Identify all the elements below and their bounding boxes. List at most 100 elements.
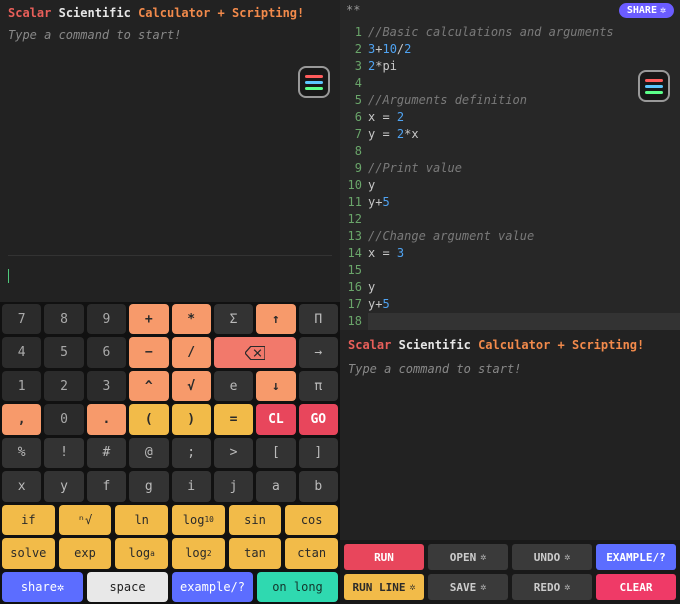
title-word-2: Scientific: [59, 6, 131, 20]
key-rbrack[interactable]: ]: [299, 438, 338, 468]
key-2[interactable]: 2: [44, 371, 83, 401]
title-word-1: Scalar: [8, 6, 51, 20]
key-space[interactable]: space: [87, 572, 168, 602]
title-word-3: Calculator + Scripting!: [138, 6, 304, 20]
key-loga[interactable]: loga: [115, 538, 168, 568]
key-times[interactable]: *: [172, 304, 211, 334]
gear-icon: ✲: [564, 582, 570, 593]
undo-button[interactable]: UNDO✲: [512, 544, 592, 570]
runline-button[interactable]: RUN LINE✲: [344, 574, 424, 600]
key-4[interactable]: 4: [2, 337, 41, 367]
key-if[interactable]: if: [2, 505, 55, 535]
console-prompt: Type a command to start!: [8, 28, 332, 42]
key-sqrt[interactable]: √: [172, 371, 211, 401]
key-lbrack[interactable]: [: [256, 438, 295, 468]
clear-button[interactable]: CLEAR: [596, 574, 676, 600]
key-b[interactable]: b: [299, 471, 338, 501]
key-rparen[interactable]: ): [172, 404, 211, 434]
key-tan[interactable]: tan: [229, 538, 282, 568]
key-equals[interactable]: =: [214, 404, 253, 434]
key-7[interactable]: 7: [2, 304, 41, 334]
dirty-indicator: **: [346, 3, 360, 17]
gear-icon: ✲: [409, 582, 415, 593]
editor-menu-button[interactable]: [638, 70, 670, 102]
key-pi[interactable]: π: [299, 371, 338, 401]
key-at[interactable]: @: [129, 438, 168, 468]
key-hash[interactable]: #: [87, 438, 126, 468]
code-editor[interactable]: 123456789101112131415161718 //Basic calc…: [340, 20, 680, 330]
key-down[interactable]: ↓: [256, 371, 295, 401]
key-j[interactable]: j: [214, 471, 253, 501]
key-gt[interactable]: >: [214, 438, 253, 468]
key-9[interactable]: 9: [87, 304, 126, 334]
menu-button[interactable]: [298, 66, 330, 98]
backspace-icon: [245, 346, 265, 360]
app-title: Scalar Scientific Calculator + Scripting…: [8, 6, 332, 20]
divider: [8, 255, 332, 256]
calculator-panel: Scalar Scientific Calculator + Scripting…: [0, 0, 340, 604]
key-sigma[interactable]: Σ: [214, 304, 253, 334]
key-f[interactable]: f: [87, 471, 126, 501]
key-minus[interactable]: −: [129, 337, 168, 367]
key-a[interactable]: a: [256, 471, 295, 501]
key-y[interactable]: y: [44, 471, 83, 501]
command-input[interactable]: [8, 268, 9, 284]
key-up[interactable]: ↑: [256, 304, 295, 334]
console-area: Scalar Scientific Calculator + Scripting…: [0, 0, 340, 302]
key-6[interactable]: 6: [87, 337, 126, 367]
key-share[interactable]: share ✲: [2, 572, 83, 602]
key-log2[interactable]: log2: [172, 538, 225, 568]
run-button[interactable]: RUN: [344, 544, 424, 570]
script-console: Scalar Scientific Calculator + Scripting…: [340, 330, 680, 540]
key-comma[interactable]: ,: [2, 404, 41, 434]
key-i[interactable]: i: [172, 471, 211, 501]
open-button[interactable]: OPEN✲: [428, 544, 508, 570]
key-clear[interactable]: CL: [256, 404, 295, 434]
key-percent[interactable]: %: [2, 438, 41, 468]
key-semi[interactable]: ;: [172, 438, 211, 468]
key-ctan[interactable]: ctan: [285, 538, 338, 568]
gear-icon: ✲: [660, 5, 666, 16]
key-cos[interactable]: cos: [285, 505, 338, 535]
share-label: SHARE: [627, 5, 657, 16]
key-exp[interactable]: exp: [59, 538, 112, 568]
key-plus[interactable]: +: [129, 304, 168, 334]
key-lparen[interactable]: (: [129, 404, 168, 434]
action-bar: RUN OPEN✲ UNDO✲ EXAMPLE/? RUN LINE✲ SAVE…: [340, 540, 680, 604]
key-log10[interactable]: log10: [172, 505, 225, 535]
key-x[interactable]: x: [2, 471, 41, 501]
gear-icon: ✲: [480, 582, 486, 593]
line-gutter: 123456789101112131415161718: [340, 24, 368, 330]
key-right[interactable]: →: [299, 337, 338, 367]
key-divide[interactable]: /: [172, 337, 211, 367]
key-onlong[interactable]: on long: [257, 572, 338, 602]
key-8[interactable]: 8: [44, 304, 83, 334]
key-3[interactable]: 3: [87, 371, 126, 401]
key-ln[interactable]: ln: [115, 505, 168, 535]
key-excl[interactable]: !: [44, 438, 83, 468]
key-power[interactable]: ^: [129, 371, 168, 401]
key-5[interactable]: 5: [44, 337, 83, 367]
key-nroot[interactable]: ⁿ√: [59, 505, 112, 535]
key-dot[interactable]: .: [87, 404, 126, 434]
gear-icon: ✲: [480, 552, 486, 563]
example-button[interactable]: EXAMPLE/?: [596, 544, 676, 570]
key-0[interactable]: 0: [44, 404, 83, 434]
key-Pi[interactable]: Π: [299, 304, 338, 334]
key-backspace[interactable]: [214, 337, 296, 367]
key-go[interactable]: GO: [299, 404, 338, 434]
gear-icon: ✲: [564, 552, 570, 563]
share-button[interactable]: SHARE ✲: [619, 3, 674, 18]
key-g[interactable]: g: [129, 471, 168, 501]
save-button[interactable]: SAVE✲: [428, 574, 508, 600]
app-title-2: Scalar Scientific Calculator + Scripting…: [348, 338, 672, 352]
key-e[interactable]: e: [214, 371, 253, 401]
key-example[interactable]: example/?: [172, 572, 253, 602]
code-lines[interactable]: //Basic calculations and arguments3+10/2…: [368, 24, 680, 330]
key-solve[interactable]: solve: [2, 538, 55, 568]
script-panel: ** SHARE ✲ 123456789101112131415161718 /…: [340, 0, 680, 604]
key-sin[interactable]: sin: [229, 505, 282, 535]
editor-header: ** SHARE ✲: [340, 0, 680, 20]
key-1[interactable]: 1: [2, 371, 41, 401]
redo-button[interactable]: REDO✲: [512, 574, 592, 600]
